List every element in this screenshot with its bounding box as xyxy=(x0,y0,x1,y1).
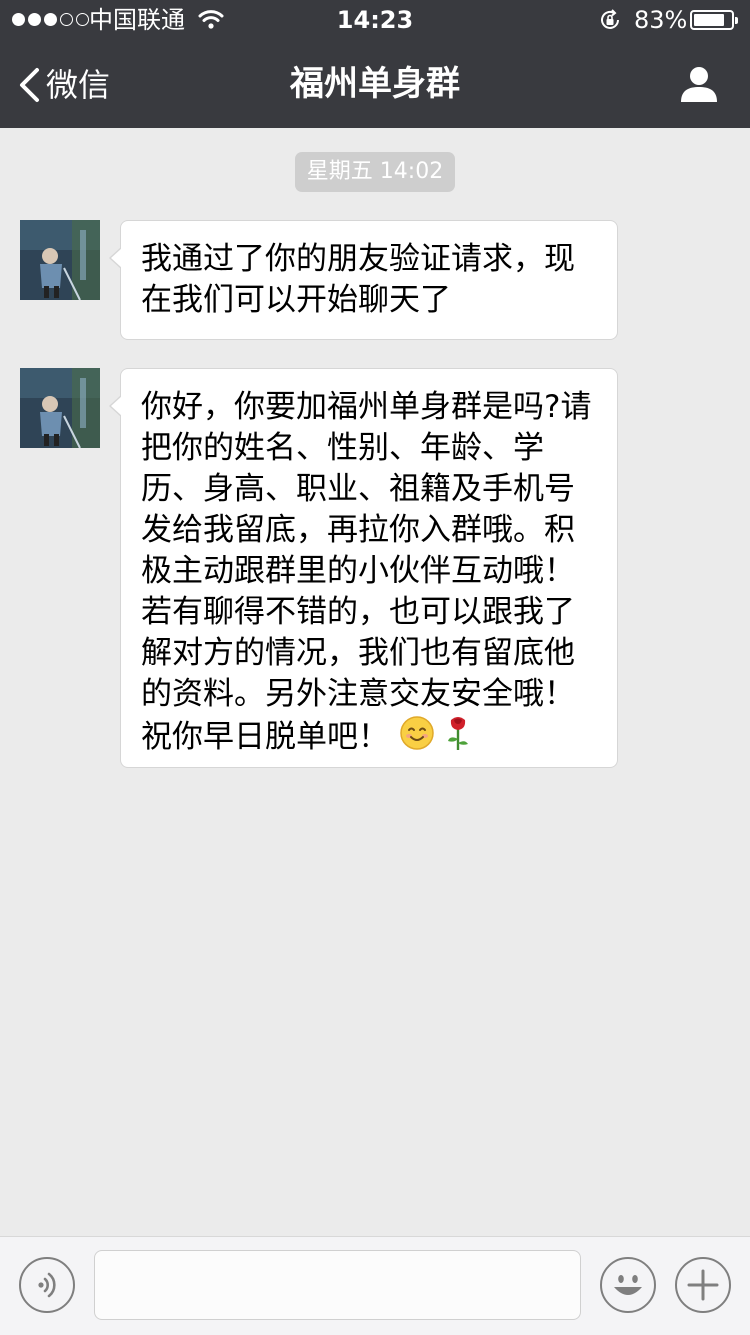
message-text: 你好，你要加福州单身群是吗?请把你的姓名、性别、年龄、学历、身高、职业、祖籍及手… xyxy=(141,387,597,762)
voice-icon xyxy=(38,1272,56,1298)
status-bar: 中国联通 14:23 83% xyxy=(0,0,750,40)
avatar[interactable] xyxy=(20,220,100,300)
person-icon[interactable] xyxy=(679,64,719,108)
input-bar xyxy=(0,1236,750,1335)
emoji-button[interactable] xyxy=(600,1257,656,1313)
rose-emoji-icon xyxy=(445,715,471,762)
battery-fill xyxy=(694,14,724,26)
battery-nub xyxy=(735,17,738,24)
message-bubble[interactable]: 我通过了你的朋友验证请求，现在我们可以开始聊天了 xyxy=(109,220,618,340)
chat-title: 福州单身群 xyxy=(290,64,460,104)
plus-icon xyxy=(687,1269,719,1301)
timestamp-label: 星期五 14:02 xyxy=(294,152,456,192)
plus-button[interactable] xyxy=(675,1257,731,1313)
rotation-lock-icon xyxy=(598,8,622,36)
message-input[interactable] xyxy=(94,1250,581,1320)
battery-icon xyxy=(690,10,738,30)
emoji-icon xyxy=(614,1275,642,1295)
message-text: 我通过了你的朋友验证请求，现在我们可以开始聊天了 xyxy=(141,241,575,318)
message-bubble[interactable]: 你好，你要加福州单身群是吗?请把你的姓名、性别、年龄、学历、身高、职业、祖籍及手… xyxy=(109,368,618,768)
voice-button[interactable] xyxy=(19,1257,75,1313)
chat-timestamp: 星期五 14:02 xyxy=(0,152,750,192)
message-text-content: 你好，你要加福州单身群是吗?请把你的姓名、性别、年龄、学历、身高、职业、祖籍及手… xyxy=(141,389,592,755)
top-bar: 中国联通 14:23 83% 微信 福州单身群 xyxy=(0,0,750,128)
avatar[interactable] xyxy=(20,368,100,448)
battery-percent: 83% xyxy=(634,6,688,34)
smile-emoji-icon xyxy=(399,715,435,762)
